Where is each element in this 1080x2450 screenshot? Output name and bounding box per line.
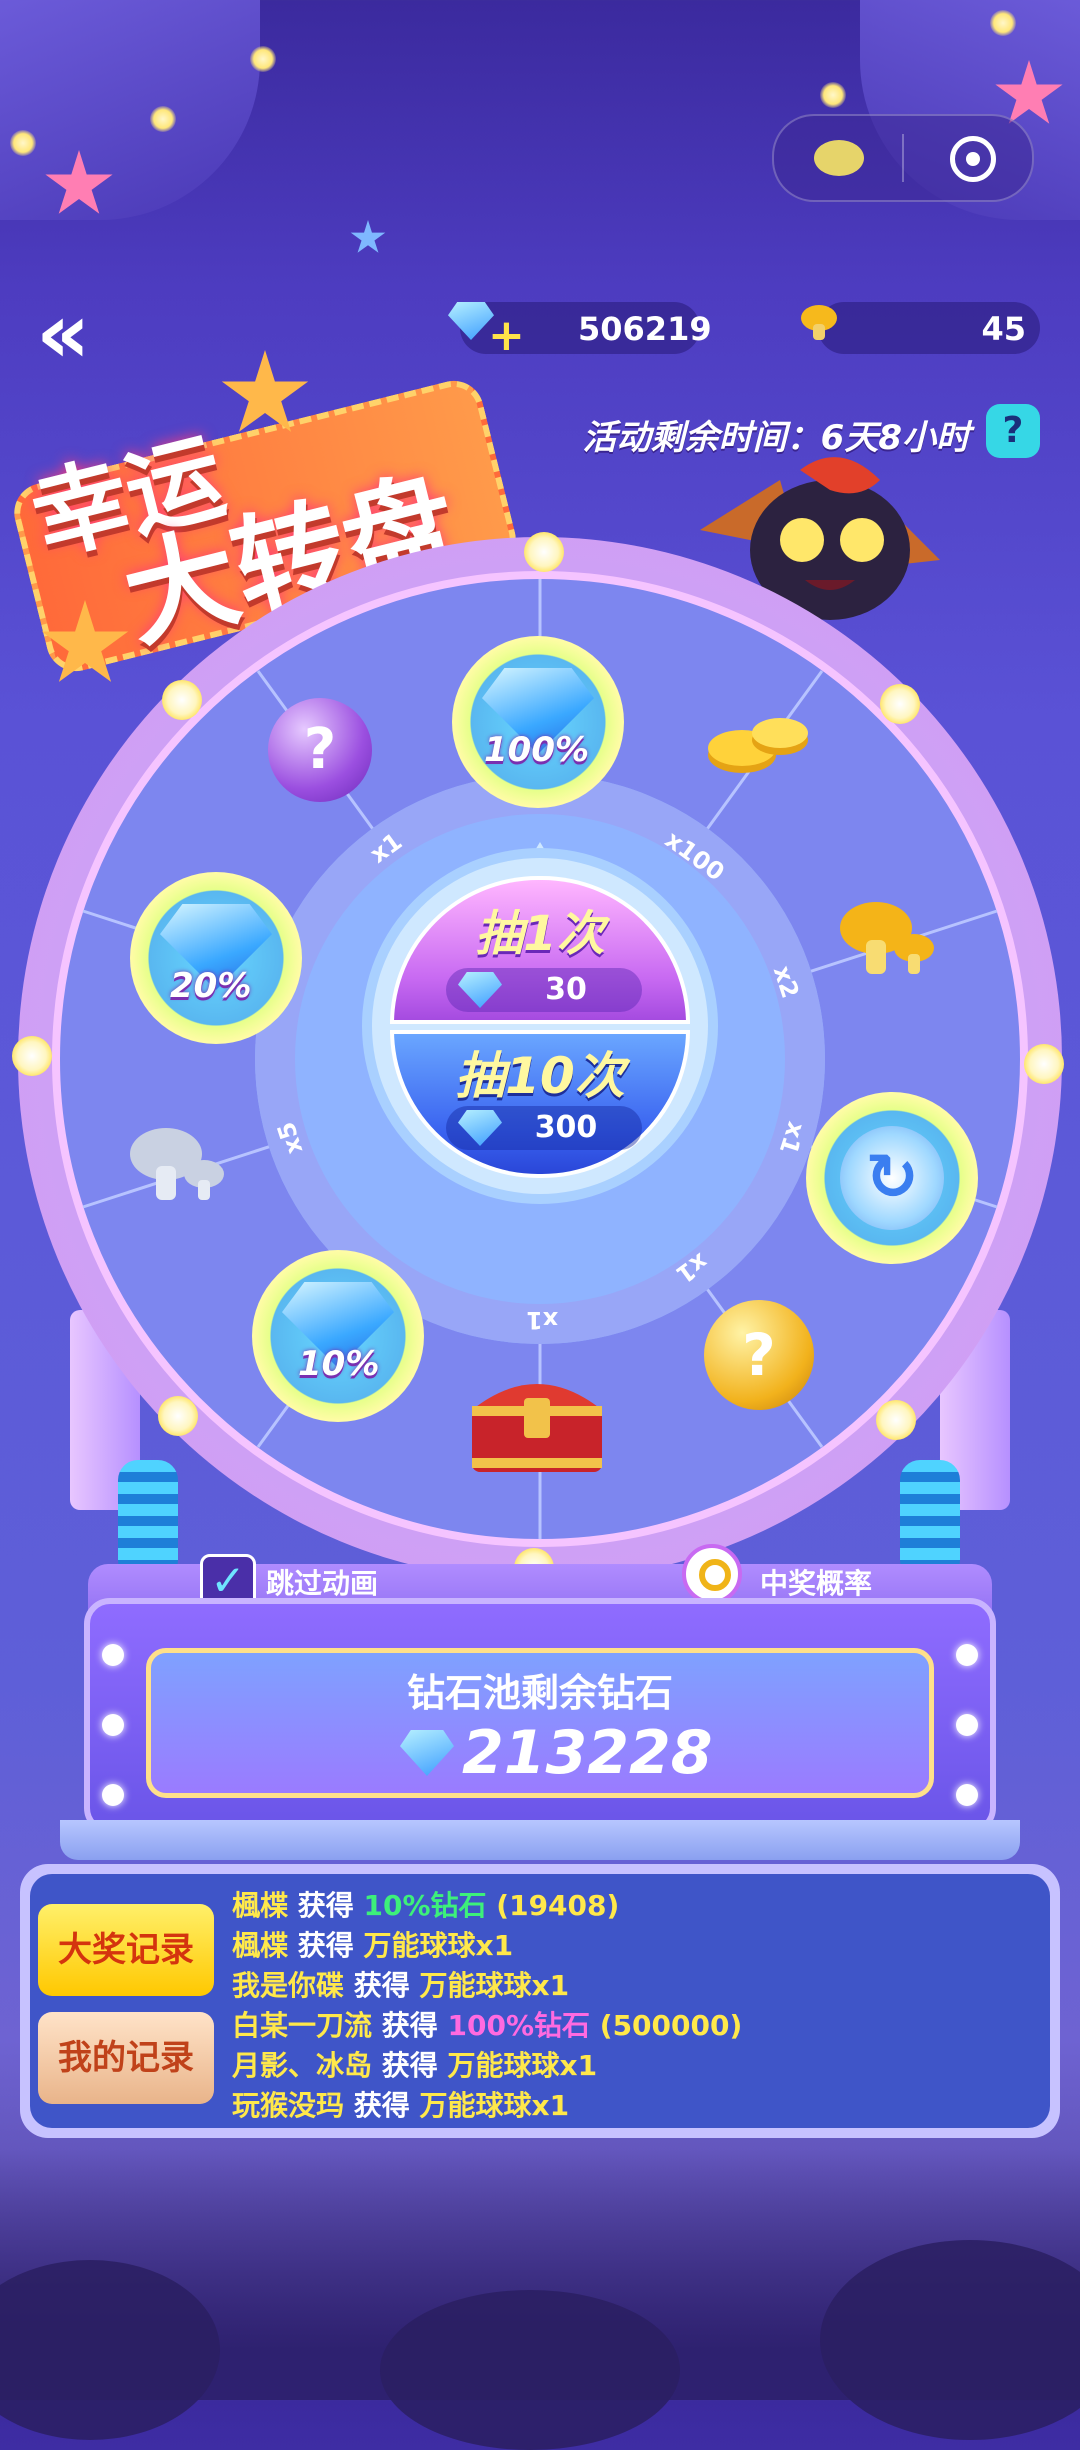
mystery-orb-prize: ? <box>268 698 372 802</box>
add-diamond-icon[interactable]: + <box>488 314 525 358</box>
cost-value: 300 <box>534 1110 598 1145</box>
prize-percent: 20% <box>170 966 252 1006</box>
star-icon <box>350 220 386 253</box>
tab-grand-prize-records[interactable]: 大奖记录 <box>38 1904 214 1996</box>
cost-value: 30 <box>545 972 587 1007</box>
list-item: 白某一刀流 获得 100%钻石 (500000) <box>232 2009 743 2042</box>
spin-once-button[interactable]: 抽1次 30 <box>390 876 690 1024</box>
list-item: 楓楪 获得 万能球球x1 <box>232 1929 514 1962</box>
odds-label[interactable]: 中奖概率 <box>760 1562 872 1602</box>
spin-once-label: 抽1次 <box>475 906 605 962</box>
diamond-icon <box>458 972 502 1008</box>
light-bulb <box>250 46 276 72</box>
panel-bulb <box>956 1644 978 1666</box>
wheel-light <box>158 1396 198 1436</box>
light-bulb <box>820 82 846 108</box>
cloud-shape <box>380 2290 680 2450</box>
mushroom-count: 45 <box>981 310 1026 348</box>
wheel-light <box>880 684 920 724</box>
odds-search-icon[interactable] <box>682 1544 742 1604</box>
gems-10-prize: 10% <box>252 1250 424 1422</box>
more-icon[interactable] <box>814 140 864 176</box>
gems-20-prize: 20% <box>130 872 302 1044</box>
list-item: 玩猴没玛 获得 万能球球x1 <box>232 2089 570 2122</box>
light-bulb <box>10 130 36 156</box>
prize-percent: 100% <box>484 730 590 770</box>
light-bulb <box>150 106 176 132</box>
back-arrow-icon[interactable]: « <box>36 288 126 378</box>
list-item: 我是你碟 获得 万能球球x1 <box>232 1969 570 2002</box>
list-item: 月影、冰岛 获得 万能球球x1 <box>232 2049 598 2082</box>
silver-mushroom-prize <box>130 1128 224 1200</box>
mushroom-balance: 45 <box>801 302 1040 354</box>
list-item: 楓楪 获得 10%钻石 (19408) <box>232 1889 620 1922</box>
gold-mystery-prize: ? <box>704 1300 814 1410</box>
capsule-divider <box>902 134 904 182</box>
gems-100-prize: 100% <box>452 636 624 808</box>
panel-bulb <box>956 1784 978 1806</box>
wheel-light <box>12 1036 52 1076</box>
treasure-chest-prize <box>472 1384 602 1472</box>
close-target-icon[interactable] <box>950 136 996 182</box>
wheel-light <box>876 1400 916 1440</box>
refresh-icon: ↻ <box>840 1126 944 1230</box>
panel-bulb <box>102 1644 124 1666</box>
wheel-light <box>524 532 564 572</box>
wheel-light <box>1024 1044 1064 1084</box>
pool-value: 213228 <box>462 1718 713 1788</box>
spin-ten-cost: 300 <box>446 1106 642 1150</box>
panel-bulb <box>956 1714 978 1736</box>
mushroom-icon <box>801 305 837 340</box>
question-icon: ? <box>303 717 337 782</box>
multiplier-label: x1 <box>526 1306 559 1334</box>
skip-animation-label[interactable]: 跳过动画 <box>266 1562 378 1602</box>
pool-title: 钻石池剩余钻石 <box>406 1671 673 1715</box>
help-icon[interactable]: ? <box>986 404 1040 458</box>
swap-ball-prize: ↻ <box>806 1092 978 1264</box>
prize-percent: 10% <box>298 1344 380 1384</box>
spin-ten-label: 抽10次 <box>455 1047 625 1105</box>
spin-once-cost: 30 <box>446 968 642 1012</box>
diamond-balance: + 506219 <box>448 302 712 358</box>
panel-bulb <box>102 1784 124 1806</box>
light-bulb <box>990 10 1016 36</box>
question-icon: ? <box>742 1321 776 1389</box>
curtain-left <box>0 0 260 220</box>
miniapp-capsule <box>772 114 1034 202</box>
wheel-light <box>162 680 202 720</box>
diamond-icon <box>458 1110 502 1146</box>
tab-my-records[interactable]: 我的记录 <box>38 2012 214 2104</box>
panel-bulb <box>102 1714 124 1736</box>
stand-base-lower <box>60 1820 1020 1860</box>
gold-mushroom-prize <box>840 902 934 974</box>
gold-coins-prize <box>708 718 808 773</box>
diamond-count: 506219 <box>578 310 712 348</box>
